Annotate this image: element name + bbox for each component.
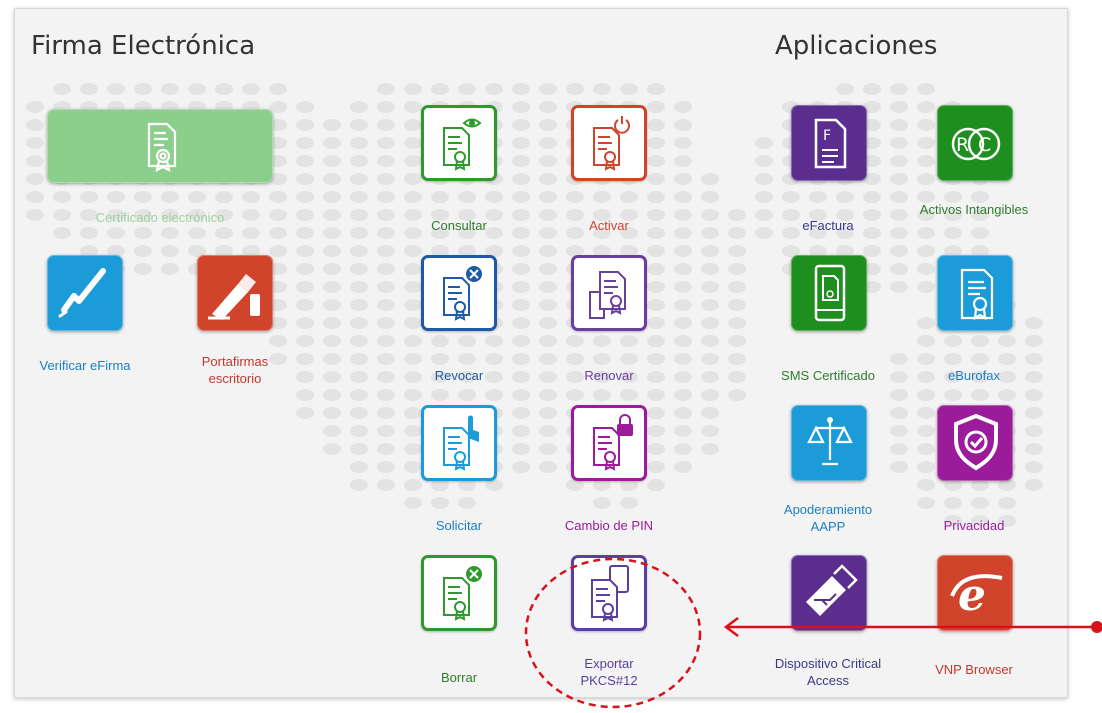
annotation-overlay [524, 557, 1102, 709]
callout-dot [1091, 621, 1102, 633]
dashed-highlight-circle [524, 557, 702, 709]
